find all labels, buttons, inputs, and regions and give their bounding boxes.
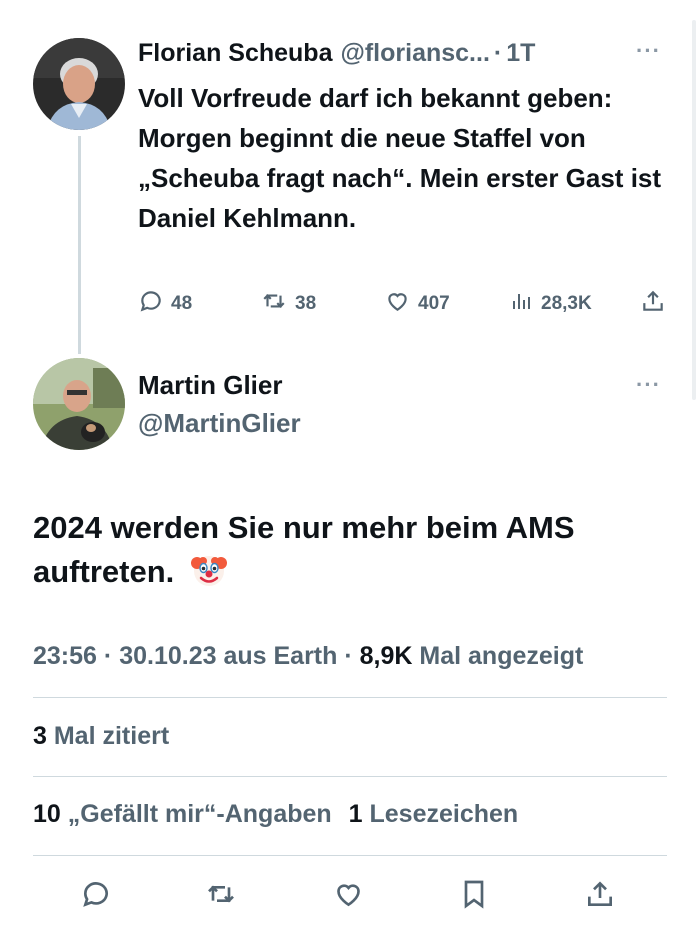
tweet1-header: Florian Scheuba @floriansc... · 1T (138, 36, 658, 70)
tweet2-source: aus Earth (223, 642, 338, 670)
tweet2-quotes-label: Mal zitiert (53, 722, 170, 750)
tweet2-reply-button[interactable] (80, 878, 112, 915)
meta-separator: · (344, 642, 353, 670)
tweet1-reply-count: 48 (171, 293, 193, 314)
avatar-florian-scheuba[interactable] (33, 38, 125, 130)
scrollbar[interactable] (692, 20, 696, 400)
tweet1-share-button[interactable] (640, 288, 673, 320)
tweet2-bookmarks-label: Lesezeichen (369, 800, 519, 828)
tweet2-time[interactable]: 23:56 (33, 642, 97, 670)
tweet1-timestamp[interactable]: 1T (506, 39, 535, 68)
tweet2-share-button[interactable] (584, 878, 616, 915)
like-icon (384, 288, 418, 320)
clown-emoji-icon (190, 552, 227, 600)
divider (33, 697, 667, 698)
retweet-icon (204, 885, 238, 914)
tweet2-author-handle[interactable]: @MartinGlier (138, 408, 301, 439)
tweet1-author-handle[interactable]: @floriansc... (340, 39, 489, 68)
divider (33, 776, 667, 777)
divider (33, 855, 667, 856)
tweet2-likes-label: „Gefällt mir“-Angaben (67, 800, 332, 828)
reply-icon (80, 882, 112, 914)
tweet2-like-button[interactable] (332, 878, 365, 915)
share-icon (640, 288, 673, 320)
tweet2-meta: 23:56 · 30.10.23 aus Earth · 8,9K Mal an… (33, 638, 663, 674)
tweet1-action-bar: 48 38 407 28,3K (138, 288, 668, 318)
tweet1-views-button[interactable]: 28,3K (510, 288, 592, 320)
tweet2-more-button[interactable]: ··· (636, 372, 661, 398)
share-icon (584, 881, 616, 914)
tweet2-bookmarks-count: 1 (348, 800, 363, 828)
tweet1-separator: · (493, 38, 503, 67)
tweet1-like-count: 407 (418, 293, 450, 314)
tweet1-more-button[interactable]: ··· (636, 38, 661, 64)
tweet1-like-button[interactable]: 407 (384, 288, 450, 320)
tweet2-likes-count: 10 (33, 800, 61, 828)
tweet2-views-label: Mal angezeigt (419, 642, 584, 670)
tweet2-quotes-stat[interactable]: 3 Mal zitiert (33, 722, 169, 751)
tweet2-action-bar (0, 870, 700, 920)
avatar-martin-glier[interactable] (33, 358, 125, 450)
tweet2-engagement-stats: 10 „Gefällt mir“-Angaben 1 Lesezeichen (33, 800, 518, 829)
tweet2-likes-stat[interactable]: 10 „Gefällt mir“-Angaben (33, 800, 339, 828)
tweet2-quotes-count: 3 (33, 722, 47, 750)
tweet1-views-count: 28,3K (541, 293, 592, 314)
tweet2-bookmark-button[interactable] (458, 878, 490, 915)
thread-connector-line (78, 136, 81, 354)
tweet1-retweet-button[interactable]: 38 (260, 288, 316, 320)
tweet2-views-count: 8,9K (359, 642, 413, 670)
tweet2-bookmarks-stat[interactable]: 1 Lesezeichen (349, 800, 519, 828)
like-icon (332, 884, 365, 914)
tweet2-text-block: 2024 werden Sie nur mehr beim AMS auftre… (33, 506, 673, 600)
tweet2-date[interactable]: 30.10.23 (119, 642, 216, 670)
tweet2-retweet-button[interactable] (204, 878, 238, 915)
tweet1-author-name[interactable]: Florian Scheuba (138, 39, 332, 68)
tweet1-text: Voll Vorfreude darf ich bekannt geben: M… (138, 83, 662, 233)
reply-icon (138, 288, 171, 320)
tweet1-reply-button[interactable]: 48 (138, 288, 192, 320)
meta-separator: · (103, 642, 113, 670)
tweet2-text: 2024 werden Sie nur mehr beim AMS auftre… (33, 510, 575, 589)
views-icon (510, 288, 541, 320)
tweet2-author-name[interactable]: Martin Glier (138, 370, 282, 401)
retweet-icon (260, 288, 295, 320)
bookmark-icon (458, 880, 490, 914)
tweet1-retweet-count: 38 (295, 293, 317, 314)
